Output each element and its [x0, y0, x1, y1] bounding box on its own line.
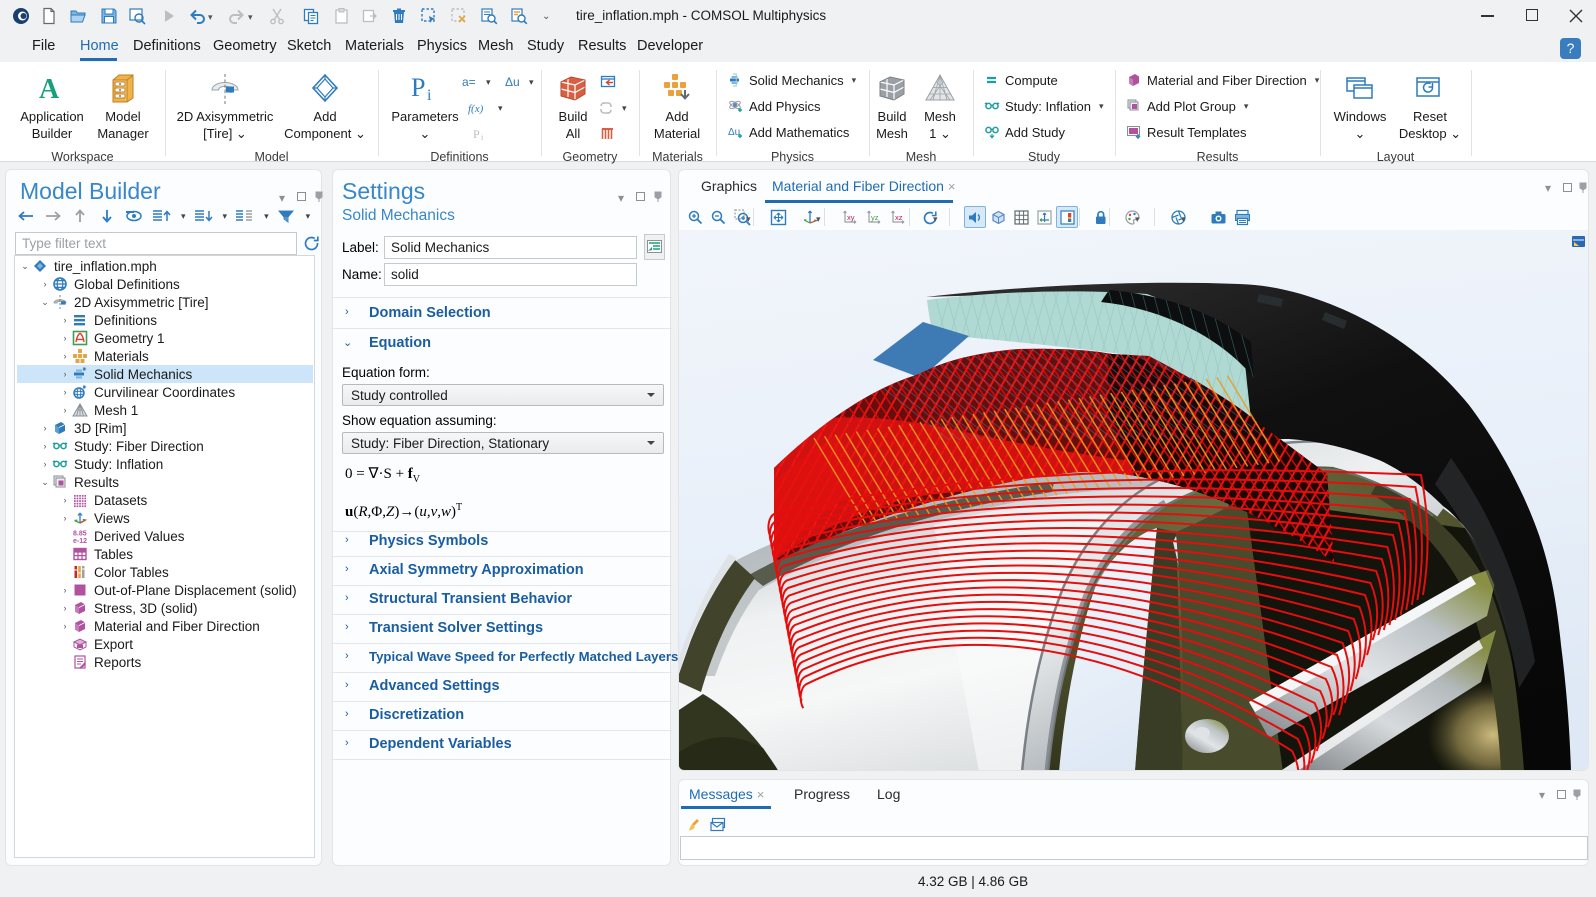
svg-text:xy: xy: [847, 213, 855, 222]
svg-text:P: P: [473, 127, 480, 141]
svg-text:P: P: [411, 73, 425, 102]
svg-text:e-12: e-12: [73, 538, 87, 544]
svg-text:a=: a=: [462, 75, 476, 89]
svg-text:i: i: [481, 133, 484, 142]
svg-text:i: i: [427, 87, 432, 104]
svg-text:Δu: Δu: [505, 75, 520, 89]
svg-text:8.85: 8.85: [73, 531, 87, 538]
svg-text:f(x): f(x): [468, 103, 484, 115]
svg-text:xz: xz: [895, 213, 903, 222]
svg-text:A: A: [39, 74, 60, 104]
svg-text:yz: yz: [871, 213, 879, 222]
